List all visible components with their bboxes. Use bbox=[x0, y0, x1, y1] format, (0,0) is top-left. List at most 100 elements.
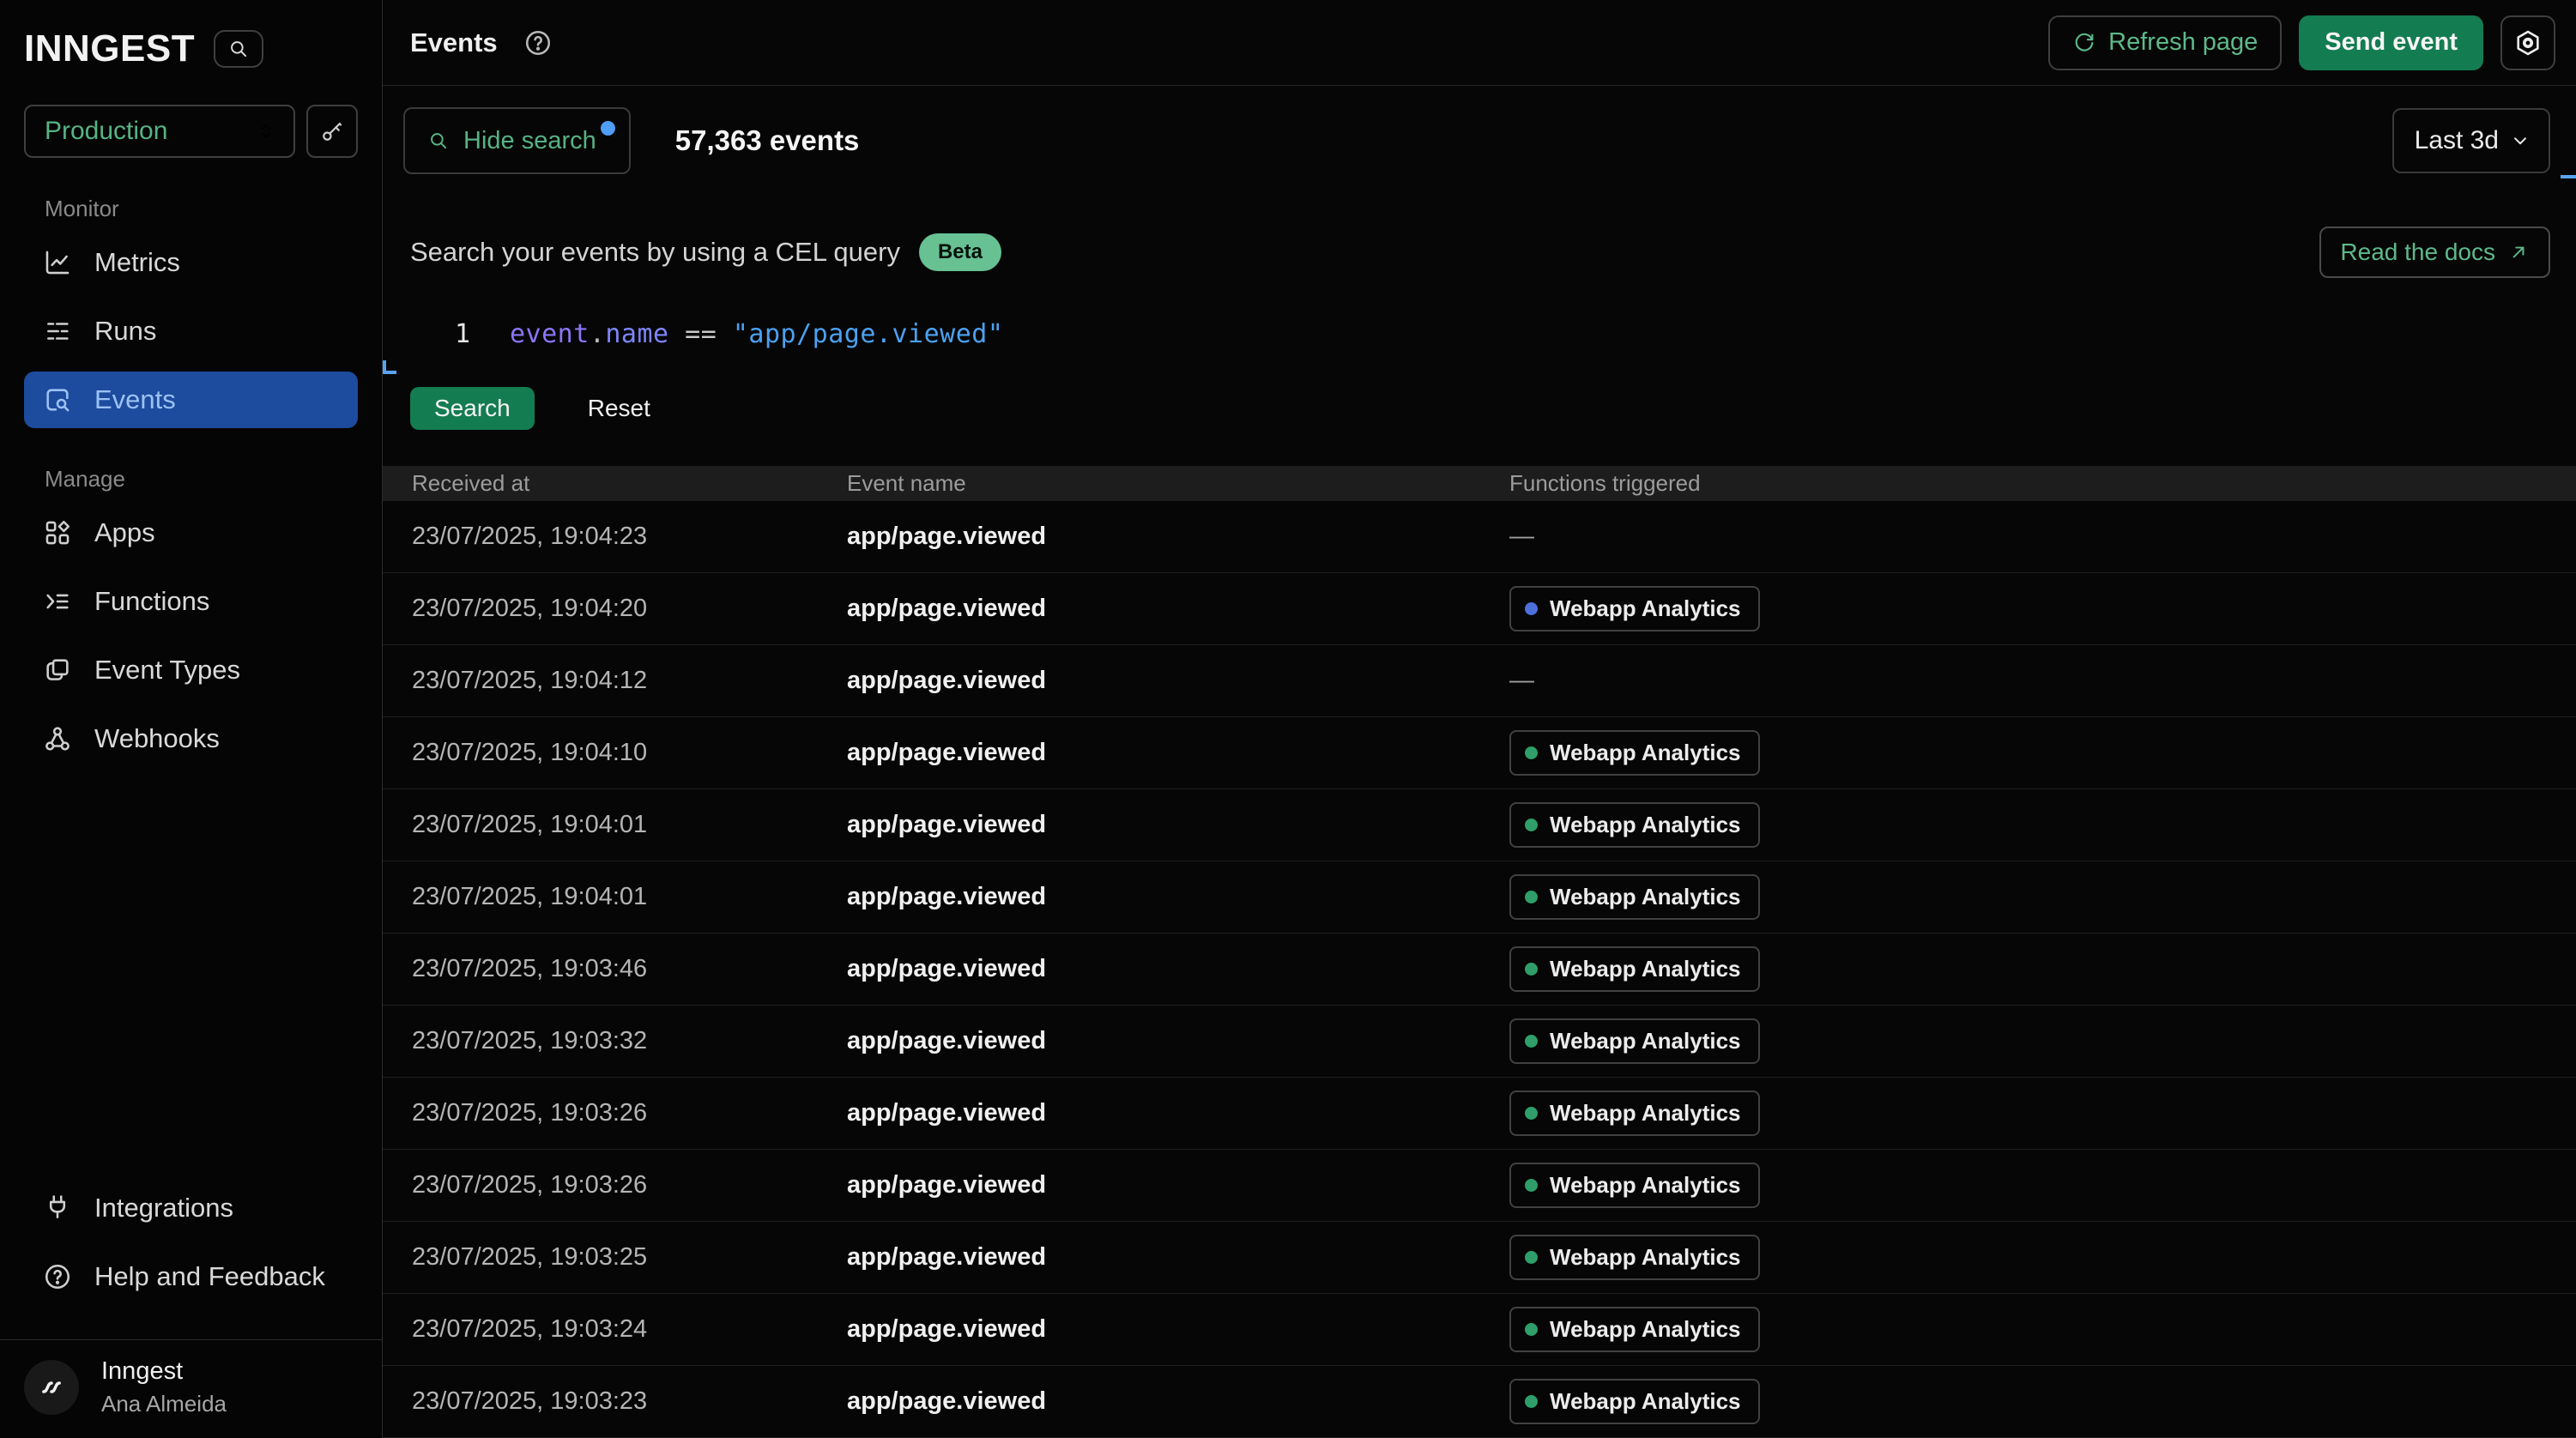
function-name: Webapp Analytics bbox=[1550, 740, 1741, 766]
cell-received-at: 23/07/2025, 19:04:01 bbox=[412, 811, 847, 839]
function-status-dot-completed bbox=[1525, 1107, 1538, 1120]
environment-select[interactable]: Production bbox=[24, 105, 295, 158]
sidebar-item-runs[interactable]: Runs bbox=[24, 303, 358, 360]
event-keys-button[interactable] bbox=[306, 105, 358, 158]
function-status-dot-completed bbox=[1525, 1323, 1538, 1336]
cel-search-panel: Search your events by using a CEL query … bbox=[383, 196, 2576, 430]
events-count: 57,363 events bbox=[675, 124, 860, 157]
table-row[interactable]: 23/07/2025, 19:03:25app/page.viewedWebap… bbox=[383, 1222, 2576, 1294]
cell-functions-triggered: Webapp Analytics bbox=[1509, 1163, 2576, 1208]
function-name: Webapp Analytics bbox=[1550, 1388, 1741, 1415]
cell-functions-triggered: Webapp Analytics bbox=[1509, 730, 2576, 776]
function-name: Webapp Analytics bbox=[1550, 884, 1741, 910]
function-badge[interactable]: Webapp Analytics bbox=[1509, 1091, 1760, 1136]
function-name: Webapp Analytics bbox=[1550, 1100, 1741, 1127]
cell-received-at: 23/07/2025, 19:03:32 bbox=[412, 1027, 847, 1055]
search-button[interactable]: Search bbox=[410, 387, 535, 430]
function-badge[interactable]: Webapp Analytics bbox=[1509, 1379, 1760, 1424]
function-badge[interactable]: Webapp Analytics bbox=[1509, 586, 1760, 631]
cel-query-editor[interactable]: 1 event.name == "app/page.viewed" bbox=[410, 319, 2550, 349]
table-row[interactable]: 23/07/2025, 19:04:23app/page.viewed— bbox=[383, 501, 2576, 573]
cell-received-at: 23/07/2025, 19:03:23 bbox=[412, 1387, 847, 1416]
function-badge[interactable]: Webapp Analytics bbox=[1509, 1163, 1760, 1208]
cell-event-name: app/page.viewed bbox=[847, 667, 1509, 695]
function-status-dot-completed bbox=[1525, 819, 1538, 831]
cell-received-at: 23/07/2025, 19:04:12 bbox=[412, 667, 847, 695]
time-range-select[interactable]: Last 3d bbox=[2392, 108, 2550, 173]
nav-section-label: Monitor bbox=[45, 196, 358, 222]
settings-button[interactable] bbox=[2500, 15, 2555, 70]
hide-search-button[interactable]: Hide search bbox=[403, 107, 631, 174]
read-docs-button[interactable]: Read the docs bbox=[2319, 227, 2550, 278]
sidebar-item-label: Help and Feedback bbox=[94, 1261, 325, 1292]
table-row[interactable]: 23/07/2025, 19:04:12app/page.viewed— bbox=[383, 645, 2576, 717]
key-icon bbox=[319, 118, 345, 144]
sidebar-item-label: Webhooks bbox=[94, 723, 220, 754]
sidebar-item-label: Functions bbox=[94, 586, 209, 617]
table-row[interactable]: 23/07/2025, 19:03:46app/page.viewedWebap… bbox=[383, 933, 2576, 1006]
table-row[interactable]: 23/07/2025, 19:04:20app/page.viewedWebap… bbox=[383, 573, 2576, 645]
send-event-button[interactable]: Send event bbox=[2299, 15, 2483, 70]
table-row[interactable]: 23/07/2025, 19:04:10app/page.viewedWebap… bbox=[383, 717, 2576, 789]
sidebar-item-functions[interactable]: Functions bbox=[24, 573, 358, 630]
table-row[interactable]: 23/07/2025, 19:04:01app/page.viewedWebap… bbox=[383, 861, 2576, 933]
table-row[interactable]: 23/07/2025, 19:03:32app/page.viewedWebap… bbox=[383, 1006, 2576, 1078]
topbar: Events Refresh page Send event bbox=[383, 0, 2576, 86]
sidebar-item-event-types[interactable]: Event Types bbox=[24, 642, 358, 698]
metrics-icon bbox=[43, 248, 72, 277]
table-row[interactable]: 23/07/2025, 19:04:01app/page.viewedWebap… bbox=[383, 789, 2576, 861]
functions-icon bbox=[43, 587, 72, 616]
function-badge[interactable]: Webapp Analytics bbox=[1509, 802, 1760, 848]
cell-event-name: app/page.viewed bbox=[847, 1027, 1509, 1055]
table-body: 23/07/2025, 19:04:23app/page.viewed—23/0… bbox=[383, 501, 2576, 1438]
cell-received-at: 23/07/2025, 19:04:23 bbox=[412, 523, 847, 551]
nav-section-label: Manage bbox=[45, 466, 358, 492]
external-link-icon bbox=[2507, 241, 2530, 263]
environment-value: Production bbox=[45, 117, 254, 146]
sidebar-item-events[interactable]: Events bbox=[24, 372, 358, 428]
table-row[interactable]: 23/07/2025, 19:03:26app/page.viewedWebap… bbox=[383, 1150, 2576, 1222]
function-badge[interactable]: Webapp Analytics bbox=[1509, 1307, 1760, 1352]
event-types-icon bbox=[43, 656, 72, 685]
editor-focus-corner bbox=[383, 360, 396, 374]
code-token-punct: . bbox=[590, 319, 606, 349]
account-menu[interactable]: Inngest Ana Almeida bbox=[0, 1339, 382, 1438]
cell-event-name: app/page.viewed bbox=[847, 1387, 1509, 1416]
reset-button[interactable]: Reset bbox=[588, 395, 650, 422]
table-row[interactable]: 23/07/2025, 19:03:23app/page.viewed Webap… bbox=[383, 1366, 2576, 1438]
cell-functions-triggered: Webapp Analytics bbox=[1509, 1379, 2576, 1424]
page-title: Events bbox=[410, 27, 498, 58]
function-badge[interactable]: Webapp Analytics bbox=[1509, 730, 1760, 776]
sidebar-item-label: Metrics bbox=[94, 247, 180, 278]
search-icon bbox=[427, 130, 450, 152]
inngest-mark-icon bbox=[34, 1370, 69, 1405]
sidebar-footer-nav: Integrations Help and Feedback bbox=[24, 1180, 358, 1339]
function-status-dot-completed bbox=[1525, 1251, 1538, 1264]
global-search-button[interactable] bbox=[214, 30, 263, 68]
function-badge[interactable]: Webapp Analytics bbox=[1509, 946, 1760, 992]
table-row[interactable]: 23/07/2025, 19:03:24app/page.viewedWebap… bbox=[383, 1294, 2576, 1366]
cell-received-at: 23/07/2025, 19:03:25 bbox=[412, 1243, 847, 1272]
table-row[interactable]: 23/07/2025, 19:03:26app/page.viewedWebap… bbox=[383, 1078, 2576, 1150]
sidebar-item-label: Apps bbox=[94, 517, 155, 548]
help-circle-icon[interactable] bbox=[523, 28, 553, 57]
code-token-op: == bbox=[669, 319, 733, 349]
sidebar-item-integrations[interactable]: Integrations bbox=[24, 1180, 358, 1236]
cell-received-at: 23/07/2025, 19:03:24 bbox=[412, 1315, 847, 1344]
function-name: Webapp Analytics bbox=[1550, 956, 1741, 982]
function-badge[interactable]: Webapp Analytics bbox=[1509, 874, 1760, 920]
sidebar-item-apps[interactable]: Apps bbox=[24, 505, 358, 561]
hide-search-label: Hide search bbox=[463, 127, 596, 155]
sidebar-item-label: Events bbox=[94, 384, 176, 415]
sidebar-item-webhooks[interactable]: Webhooks bbox=[24, 710, 358, 767]
cell-event-name: app/page.viewed bbox=[847, 811, 1509, 839]
sidebar-item-metrics[interactable]: Metrics bbox=[24, 234, 358, 291]
refresh-page-button[interactable]: Refresh page bbox=[2048, 15, 2282, 70]
chevron-updown-icon bbox=[254, 119, 278, 143]
function-badge[interactable]: Webapp Analytics bbox=[1509, 1018, 1760, 1064]
function-name: Webapp Analytics bbox=[1550, 1244, 1741, 1271]
function-status-dot-completed bbox=[1525, 1395, 1538, 1408]
function-badge[interactable]: Webapp Analytics bbox=[1509, 1235, 1760, 1280]
sidebar-item-help-and-feedback[interactable]: Help and Feedback bbox=[24, 1248, 358, 1305]
refresh-icon bbox=[2072, 31, 2096, 55]
